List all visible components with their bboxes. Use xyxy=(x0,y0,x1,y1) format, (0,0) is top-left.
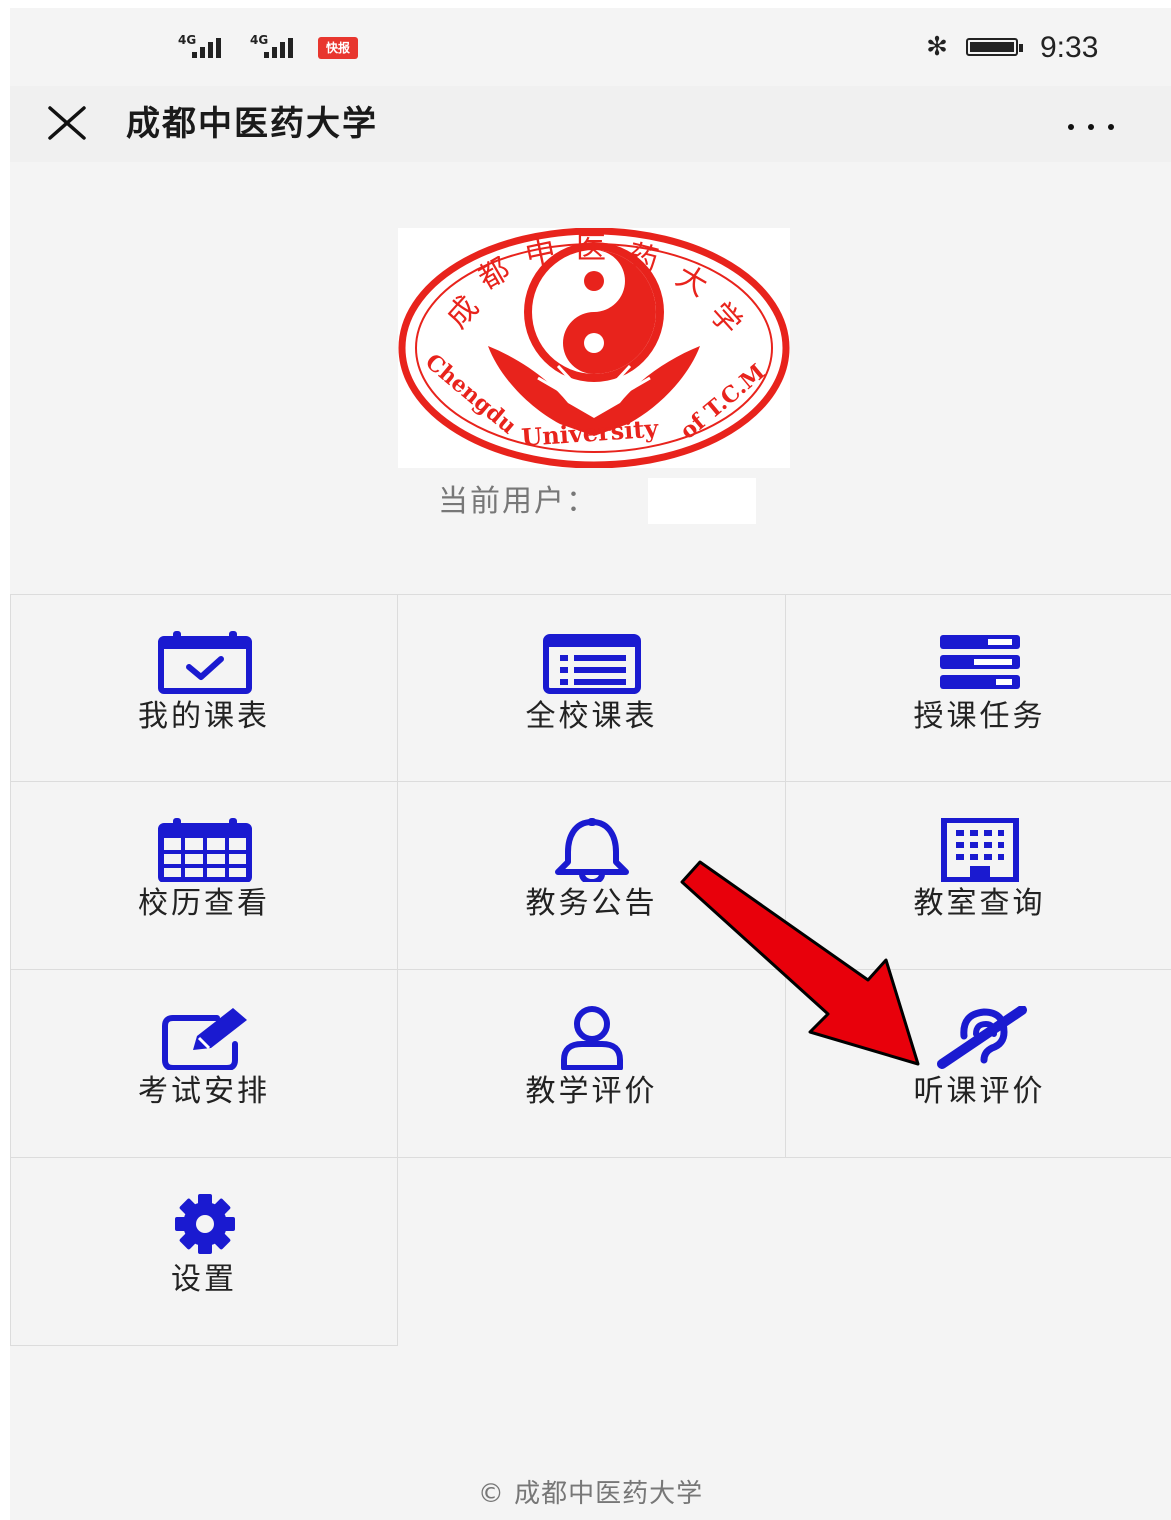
clock: 9:33 xyxy=(1040,31,1099,64)
menu-item-label: 考试安排 xyxy=(138,1074,270,1109)
edit-icon xyxy=(162,1008,247,1070)
calendar-icon xyxy=(158,818,252,882)
menu-item-label: 教学评价 xyxy=(525,1074,658,1109)
battery-icon xyxy=(966,38,1024,58)
news-badge: 快报 xyxy=(318,37,358,59)
close-icon xyxy=(48,106,86,140)
menu-item-lecture-evaluation[interactable]: 听课评价 xyxy=(786,970,1171,1158)
current-user-value xyxy=(648,478,756,524)
signal-icon: 4G xyxy=(178,34,238,60)
signal-icon-2: 4G xyxy=(250,34,310,60)
bluetooth-icon: ✻ xyxy=(926,32,948,62)
menu-item-label: 授课任务 xyxy=(913,699,1046,734)
menu-item-label: 教务公告 xyxy=(525,886,658,921)
menu-grid: 我的课表 全校课表 授课任务 校历查看 教务公告 教室查询 考试安排 教学评价 … xyxy=(10,594,1171,1346)
title-bar: 成都中医药大学 xyxy=(10,86,1171,162)
building-icon xyxy=(941,818,1019,882)
svg-text:医: 医 xyxy=(576,231,606,266)
bell-icon xyxy=(555,818,629,882)
university-logo: 成 都 中 医 药 大 学 Chengdu University of T.C.… xyxy=(398,227,790,469)
menu-item-school-calendar[interactable]: 校历查看 xyxy=(10,782,398,970)
menu-item-label: 听课评价 xyxy=(913,1074,1046,1109)
menu-item-settings[interactable]: 设置 xyxy=(10,1158,398,1346)
phone-screen: 4G 4G 快报 ✻ 9:33 成都中医药大学 成 都 中 医 药 大 学 Ch… xyxy=(10,8,1171,1520)
status-bar: 4G 4G 快报 ✻ 9:33 xyxy=(10,8,1171,86)
more-button[interactable] xyxy=(1056,106,1126,146)
menu-item-label: 全校课表 xyxy=(525,699,658,734)
logo-seal: 成 都 中 医 药 大 学 Chengdu University of T.C.… xyxy=(398,227,790,469)
calendar-check-icon xyxy=(158,631,252,694)
menu-item-teaching-evaluation[interactable]: 教学评价 xyxy=(398,970,786,1158)
menu-item-school-schedule[interactable]: 全校课表 xyxy=(398,594,786,782)
page-title: 成都中医药大学 xyxy=(126,104,378,144)
menu-item-label: 教室查询 xyxy=(913,886,1046,921)
menu-item-label: 设置 xyxy=(171,1262,237,1297)
tasks-icon xyxy=(940,635,1020,689)
menu-item-exam-arrangement[interactable]: 考试安排 xyxy=(10,970,398,1158)
menu-item-teaching-tasks[interactable]: 授课任务 xyxy=(786,594,1171,782)
menu-item-label: 校历查看 xyxy=(138,886,270,921)
hearing-icon xyxy=(937,1006,1027,1069)
current-user-label: 当前用户： xyxy=(438,484,598,519)
menu-item-classroom-query[interactable]: 教室查询 xyxy=(786,782,1171,970)
close-button[interactable] xyxy=(40,100,96,148)
gear-icon xyxy=(175,1194,235,1254)
menu-item-announcements[interactable]: 教务公告 xyxy=(398,782,786,970)
menu-item-label: 我的课表 xyxy=(138,699,270,734)
copyright-footer: © 成都中医药大学 xyxy=(477,1479,704,1509)
user-icon xyxy=(561,1006,623,1070)
list-alt-icon xyxy=(543,634,641,694)
menu-item-my-schedule[interactable]: 我的课表 xyxy=(10,594,398,782)
